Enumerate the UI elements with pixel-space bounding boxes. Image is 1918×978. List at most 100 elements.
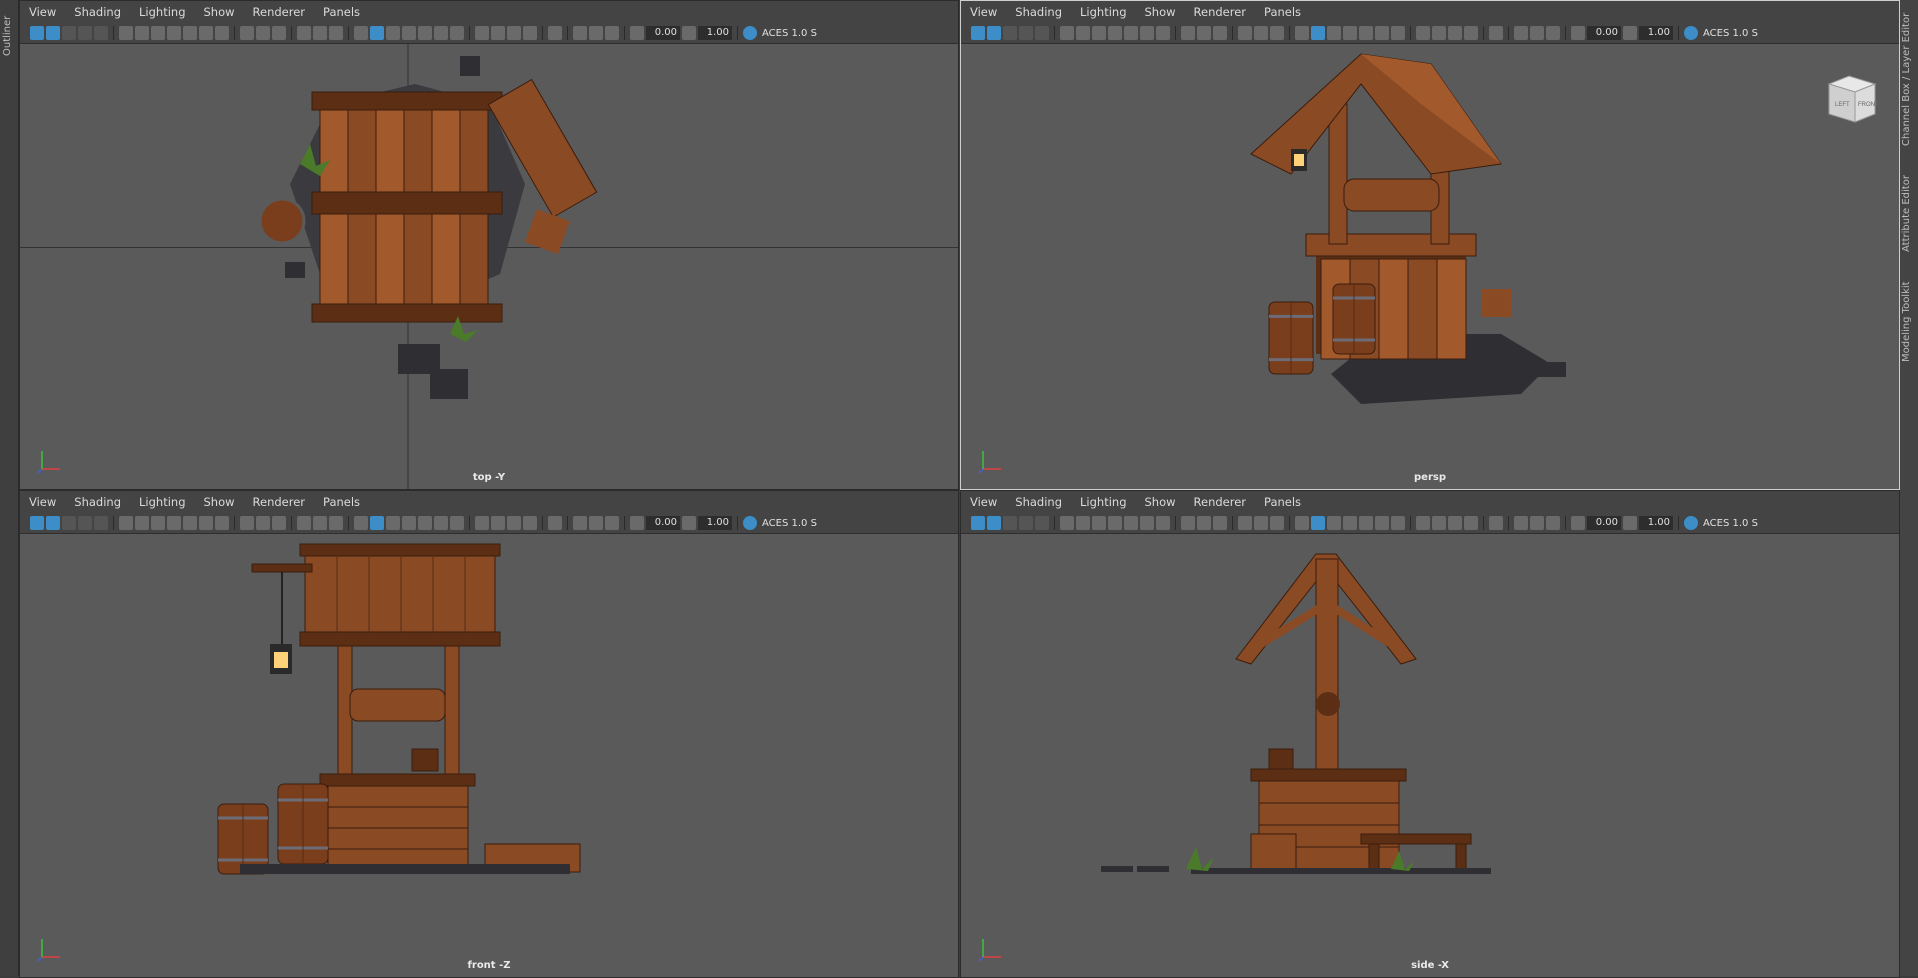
toolbar-tool-icon[interactable] — [987, 26, 1001, 40]
toolbar-tool-icon[interactable] — [1530, 516, 1544, 530]
toolbar-tool-icon[interactable] — [1391, 26, 1405, 40]
color-management-icon[interactable] — [1684, 26, 1698, 40]
toolbar-tool-icon[interactable] — [589, 26, 603, 40]
toolbar-tool-icon[interactable] — [1254, 26, 1268, 40]
menu-panels[interactable]: Panels — [1255, 1, 1310, 23]
toolbar-tool-icon[interactable] — [1213, 26, 1227, 40]
menu-panels[interactable]: Panels — [314, 1, 369, 23]
toolbar-tool-icon[interactable] — [1464, 516, 1478, 530]
gamma-field[interactable]: 1.00 — [1639, 26, 1673, 40]
menu-renderer[interactable]: Renderer — [244, 1, 315, 23]
menu-view[interactable]: View — [961, 491, 1006, 513]
well-model[interactable] — [961, 44, 1899, 489]
menu-show[interactable]: Show — [195, 1, 244, 23]
channel-box-tab[interactable]: Channel Box / Layer Editor — [1901, 13, 1912, 146]
toolbar-tool-icon[interactable] — [1140, 516, 1154, 530]
toolbar-tool-icon[interactable] — [30, 26, 44, 40]
viewport-canvas[interactable]: persp LEFT FRONT — [961, 44, 1899, 489]
viewport-panel-top[interactable]: View Shading Lighting Show Renderer Pane… — [19, 0, 959, 490]
toolbar-tool-icon[interactable] — [1514, 26, 1528, 40]
toolbar-tool-icon[interactable] — [1181, 516, 1195, 530]
toolbar-tool-icon[interactable] — [1060, 26, 1074, 40]
menu-shading[interactable]: Shading — [1006, 491, 1071, 513]
toolbar-tool-icon[interactable] — [1092, 26, 1106, 40]
toolbar-tool-icon[interactable] — [240, 516, 254, 530]
color-management-icon[interactable] — [1684, 516, 1698, 530]
toolbar-tool-icon[interactable] — [215, 516, 229, 530]
toolbar-tool-icon[interactable] — [1156, 516, 1170, 530]
toolbar-tool-icon[interactable] — [1311, 516, 1325, 530]
toolbar-tool-icon[interactable] — [1140, 26, 1154, 40]
toolbar-tool-icon[interactable] — [1254, 516, 1268, 530]
toolbar-tool-icon[interactable] — [1019, 26, 1033, 40]
toolbar-tool-icon[interactable] — [151, 26, 165, 40]
menu-shading[interactable]: Shading — [65, 491, 130, 513]
toolbar-tool-icon[interactable] — [46, 516, 60, 530]
toolbar-tool-icon[interactable] — [630, 516, 644, 530]
toolbar-tool-icon[interactable] — [1489, 26, 1503, 40]
toolbar-tool-icon[interactable] — [1019, 516, 1033, 530]
toolbar-tool-icon[interactable] — [1108, 26, 1122, 40]
toolbar-tool-icon[interactable] — [256, 26, 270, 40]
menu-shading[interactable]: Shading — [1006, 1, 1071, 23]
toolbar-tool-icon[interactable] — [548, 26, 562, 40]
toolbar-tool-icon[interactable] — [1546, 26, 1560, 40]
toolbar-tool-icon[interactable] — [573, 516, 587, 530]
toolbar-tool-icon[interactable] — [94, 26, 108, 40]
toolbar-tool-icon[interactable] — [183, 516, 197, 530]
toolbar-tool-icon[interactable] — [199, 516, 213, 530]
toolbar-tool-icon[interactable] — [1359, 516, 1373, 530]
toolbar-tool-icon[interactable] — [46, 26, 60, 40]
toolbar-tool-icon[interactable] — [78, 26, 92, 40]
toolbar-tool-icon[interactable] — [1448, 516, 1462, 530]
viewport-panel-persp[interactable]: View Shading Lighting Show Renderer Pane… — [960, 0, 1900, 490]
exposure-field[interactable]: 0.00 — [646, 516, 680, 530]
toolbar-tool-icon[interactable] — [507, 26, 521, 40]
menu-renderer[interactable]: Renderer — [1185, 1, 1256, 23]
toolbar-tool-icon[interactable] — [272, 516, 286, 530]
toolbar-tool-icon[interactable] — [605, 516, 619, 530]
color-space-label[interactable]: ACES 1.0 S — [762, 28, 817, 39]
color-space-label[interactable]: ACES 1.0 S — [762, 518, 817, 529]
toolbar-tool-icon[interactable] — [1432, 26, 1446, 40]
toolbar-tool-icon[interactable] — [491, 516, 505, 530]
toolbar-tool-icon[interactable] — [1270, 516, 1284, 530]
viewport-panel-front[interactable]: View Shading Lighting Show Renderer Pane… — [19, 490, 959, 978]
menu-lighting[interactable]: Lighting — [1071, 1, 1135, 23]
toolbar-tool-icon[interactable] — [523, 26, 537, 40]
toolbar-tool-icon[interactable] — [78, 516, 92, 530]
toolbar-tool-icon[interactable] — [272, 26, 286, 40]
toolbar-tool-icon[interactable] — [1530, 26, 1544, 40]
toolbar-tool-icon[interactable] — [450, 26, 464, 40]
toolbar-tool-icon[interactable] — [418, 26, 432, 40]
toolbar-tool-icon[interactable] — [62, 516, 76, 530]
toolbar-tool-icon[interactable] — [167, 26, 181, 40]
menu-lighting[interactable]: Lighting — [1071, 491, 1135, 513]
menu-view[interactable]: View — [961, 1, 1006, 23]
toolbar-tool-icon[interactable] — [1375, 516, 1389, 530]
toolbar-tool-icon[interactable] — [313, 516, 327, 530]
color-management-icon[interactable] — [743, 26, 757, 40]
viewport-canvas[interactable]: front -Z — [20, 534, 958, 977]
toolbar-tool-icon[interactable] — [386, 26, 400, 40]
barrel[interactable] — [1332, 283, 1376, 355]
toolbar-tool-icon[interactable] — [1311, 26, 1325, 40]
roof-front[interactable] — [299, 543, 501, 647]
outliner-strip[interactable]: Outliner — [0, 0, 19, 976]
toolbar-tool-icon[interactable] — [1035, 26, 1049, 40]
toolbar-tool-icon[interactable] — [1432, 516, 1446, 530]
toolbar-tool-icon[interactable] — [1076, 516, 1090, 530]
toolbar-tool-icon[interactable] — [1238, 26, 1252, 40]
well-model[interactable] — [961, 534, 1899, 977]
toolbar-tool-icon[interactable] — [434, 26, 448, 40]
toolbar-tool-icon[interactable] — [297, 26, 311, 40]
toolbar-tool-icon[interactable] — [119, 26, 133, 40]
toolbar-tool-icon[interactable] — [1092, 516, 1106, 530]
toolbar-tool-icon[interactable] — [1416, 26, 1430, 40]
toolbar-tool-icon[interactable] — [354, 26, 368, 40]
well-model[interactable] — [20, 534, 958, 977]
toolbar-tool-icon[interactable] — [62, 26, 76, 40]
toolbar-tool-icon[interactable] — [1391, 516, 1405, 530]
toolbar-tool-icon[interactable] — [1035, 516, 1049, 530]
toolbar-tool-icon[interactable] — [1181, 26, 1195, 40]
